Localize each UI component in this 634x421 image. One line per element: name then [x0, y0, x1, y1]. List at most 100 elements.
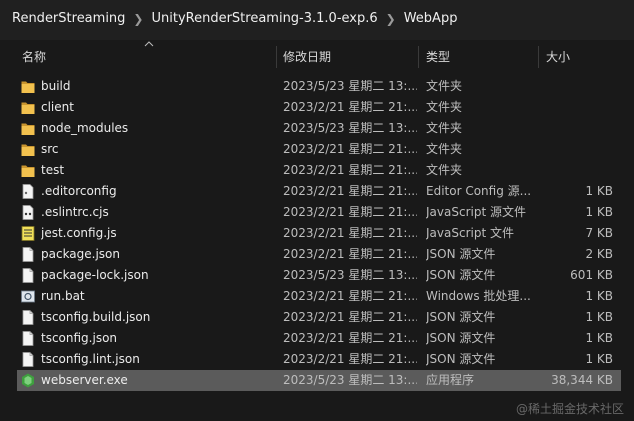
chevron-right-icon[interactable]: ❯ [133, 12, 143, 26]
script-file-icon [21, 205, 35, 220]
file-type: JavaScript 源文件 [426, 205, 526, 219]
file-size: 1 KB [585, 331, 613, 345]
address-bar: RenderStreaming ❯ UnityRenderStreaming-3… [0, 0, 634, 40]
file-row[interactable]: .editorconfig 2023/2/21 星期二 21:... Editor … [17, 181, 621, 202]
column-header-date[interactable]: 修改日期 [279, 41, 331, 73]
file-row[interactable]: node_modules 2023/5/23 星期二 13:... 文件夹 [17, 118, 621, 139]
file-date: 2023/5/23 星期二 13:... [283, 79, 417, 93]
file-row[interactable]: jest.config.js 2023/2/21 星期二 21:... JavaSc… [17, 223, 621, 244]
file-size [535, 160, 613, 181]
file-size: 1 KB [585, 289, 613, 303]
column-header-name[interactable]: 名称 [18, 41, 46, 73]
watermark: @稀土掘金技术社区 [515, 402, 624, 416]
file-size [535, 76, 613, 97]
file-row[interactable]: build 2023/5/23 星期二 13:... 文件夹 [17, 76, 621, 97]
file-name: package.json [41, 247, 121, 261]
file-row[interactable]: webserver.exe 2023/5/23 星期二 13:... 应用程序 38,… [17, 370, 621, 391]
file-type: JavaScript 文件 [426, 226, 514, 240]
file-size: 1 KB [585, 352, 613, 366]
file-date: 2023/2/21 星期二 21:... [283, 247, 417, 261]
file-row[interactable]: run.bat 2023/2/21 星期二 21:... Windows 批处理..… [17, 286, 621, 307]
file-row[interactable]: client 2023/2/21 星期二 21:... 文件夹 [17, 97, 621, 118]
folder-icon [21, 79, 35, 94]
file-row[interactable]: tsconfig.build.json 2023/2/21 星期二 21:... J… [17, 307, 621, 328]
file-row[interactable]: tsconfig.lint.json 2023/2/21 星期二 21:... JS… [17, 349, 621, 370]
file-date: 2023/2/21 星期二 21:... [283, 226, 417, 240]
column-divider[interactable] [276, 46, 277, 68]
batch-file-icon [21, 289, 35, 304]
folder-icon [21, 121, 35, 136]
file-icon [21, 352, 35, 367]
file-name: src [41, 142, 59, 156]
js-file-icon [21, 226, 35, 241]
file-date: 2023/2/21 星期二 21:... [283, 163, 417, 177]
file-name: tsconfig.build.json [41, 310, 151, 324]
file-date: 2023/2/21 星期二 21:... [283, 100, 417, 114]
file-icon [21, 310, 35, 325]
file-row[interactable]: package-lock.json 2023/5/23 星期二 13:... JSO… [17, 265, 621, 286]
file-date: 2023/2/21 星期二 21:... [283, 184, 417, 198]
file-row[interactable]: .eslintrc.cjs 2023/2/21 星期二 21:... JavaScr… [17, 202, 621, 223]
file-date: 2023/2/21 星期二 21:... [283, 142, 417, 156]
breadcrumb-item-renderstreaming[interactable]: RenderStreaming [12, 11, 125, 26]
file-name: node_modules [41, 121, 129, 135]
file-size: 7 KB [585, 226, 613, 240]
file-type: Editor Config 源... [426, 184, 532, 198]
file-date: 2023/2/21 星期二 21:... [283, 205, 417, 219]
file-type: Windows 批处理... [426, 289, 531, 303]
file-date: 2023/2/21 星期二 21:... [283, 352, 417, 366]
file-type: 文件夹 [426, 79, 463, 93]
file-name: run.bat [41, 289, 85, 303]
file-icon [21, 247, 35, 262]
file-row[interactable]: tsconfig.json 2023/2/21 星期二 21:... JSON 源文… [17, 328, 621, 349]
file-size: 1 KB [585, 310, 613, 324]
column-divider[interactable] [418, 46, 419, 68]
file-name: .eslintrc.cjs [41, 205, 109, 219]
file-size: 601 KB [570, 268, 613, 282]
file-size: 1 KB [585, 205, 613, 219]
file-row[interactable]: test 2023/2/21 星期二 21:... 文件夹 [17, 160, 621, 181]
file-row[interactable]: src 2023/2/21 星期二 21:... 文件夹 [17, 139, 621, 160]
file-name: jest.config.js [41, 226, 117, 240]
column-divider[interactable] [538, 46, 539, 68]
breadcrumb-item-webapp[interactable]: WebApp [404, 11, 458, 26]
file-type: JSON 源文件 [426, 310, 496, 324]
file-name: test [41, 163, 65, 177]
config-file-icon [21, 184, 35, 199]
sort-up-icon [144, 41, 154, 47]
chevron-right-icon[interactable]: ❯ [386, 12, 396, 26]
file-name: .editorconfig [41, 184, 117, 198]
column-header-row: 名称 修改日期 类型 大小 [0, 41, 634, 73]
file-row[interactable]: package.json 2023/2/21 星期二 21:... JSON 源文件… [17, 244, 621, 265]
file-name: build [41, 79, 71, 93]
file-type: 文件夹 [426, 121, 463, 135]
file-name: package-lock.json [41, 268, 149, 282]
column-header-type[interactable]: 类型 [422, 41, 450, 73]
file-name: webserver.exe [41, 373, 128, 387]
file-size [535, 118, 613, 139]
file-size: 2 KB [585, 247, 613, 261]
file-date: 2023/5/23 星期二 13:... [283, 268, 417, 282]
folder-icon [21, 163, 35, 178]
breadcrumb: RenderStreaming ❯ UnityRenderStreaming-3… [12, 11, 457, 26]
file-type: 文件夹 [426, 142, 463, 156]
folder-icon [21, 142, 35, 157]
file-size [535, 139, 613, 160]
file-name: tsconfig.lint.json [41, 352, 140, 366]
file-type: 应用程序 [426, 373, 475, 387]
file-type: 文件夹 [426, 100, 463, 114]
file-date: 2023/5/23 星期二 13:... [283, 121, 417, 135]
file-size: 38,344 KB [551, 373, 613, 387]
breadcrumb-item-unityrenderstreaming[interactable]: UnityRenderStreaming-3.1.0-exp.6 [151, 11, 377, 26]
file-size [535, 97, 613, 118]
file-date: 2023/2/21 星期二 21:... [283, 289, 417, 303]
file-type: JSON 源文件 [426, 331, 496, 345]
file-icon [21, 331, 35, 346]
column-header-size[interactable]: 大小 [542, 41, 570, 73]
file-type: JSON 源文件 [426, 247, 496, 261]
file-date: 2023/5/23 星期二 13:... [283, 373, 417, 387]
file-date: 2023/2/21 星期二 21:... [283, 331, 417, 345]
file-size: 1 KB [585, 184, 613, 198]
file-name: client [41, 100, 74, 114]
folder-icon [21, 100, 35, 115]
